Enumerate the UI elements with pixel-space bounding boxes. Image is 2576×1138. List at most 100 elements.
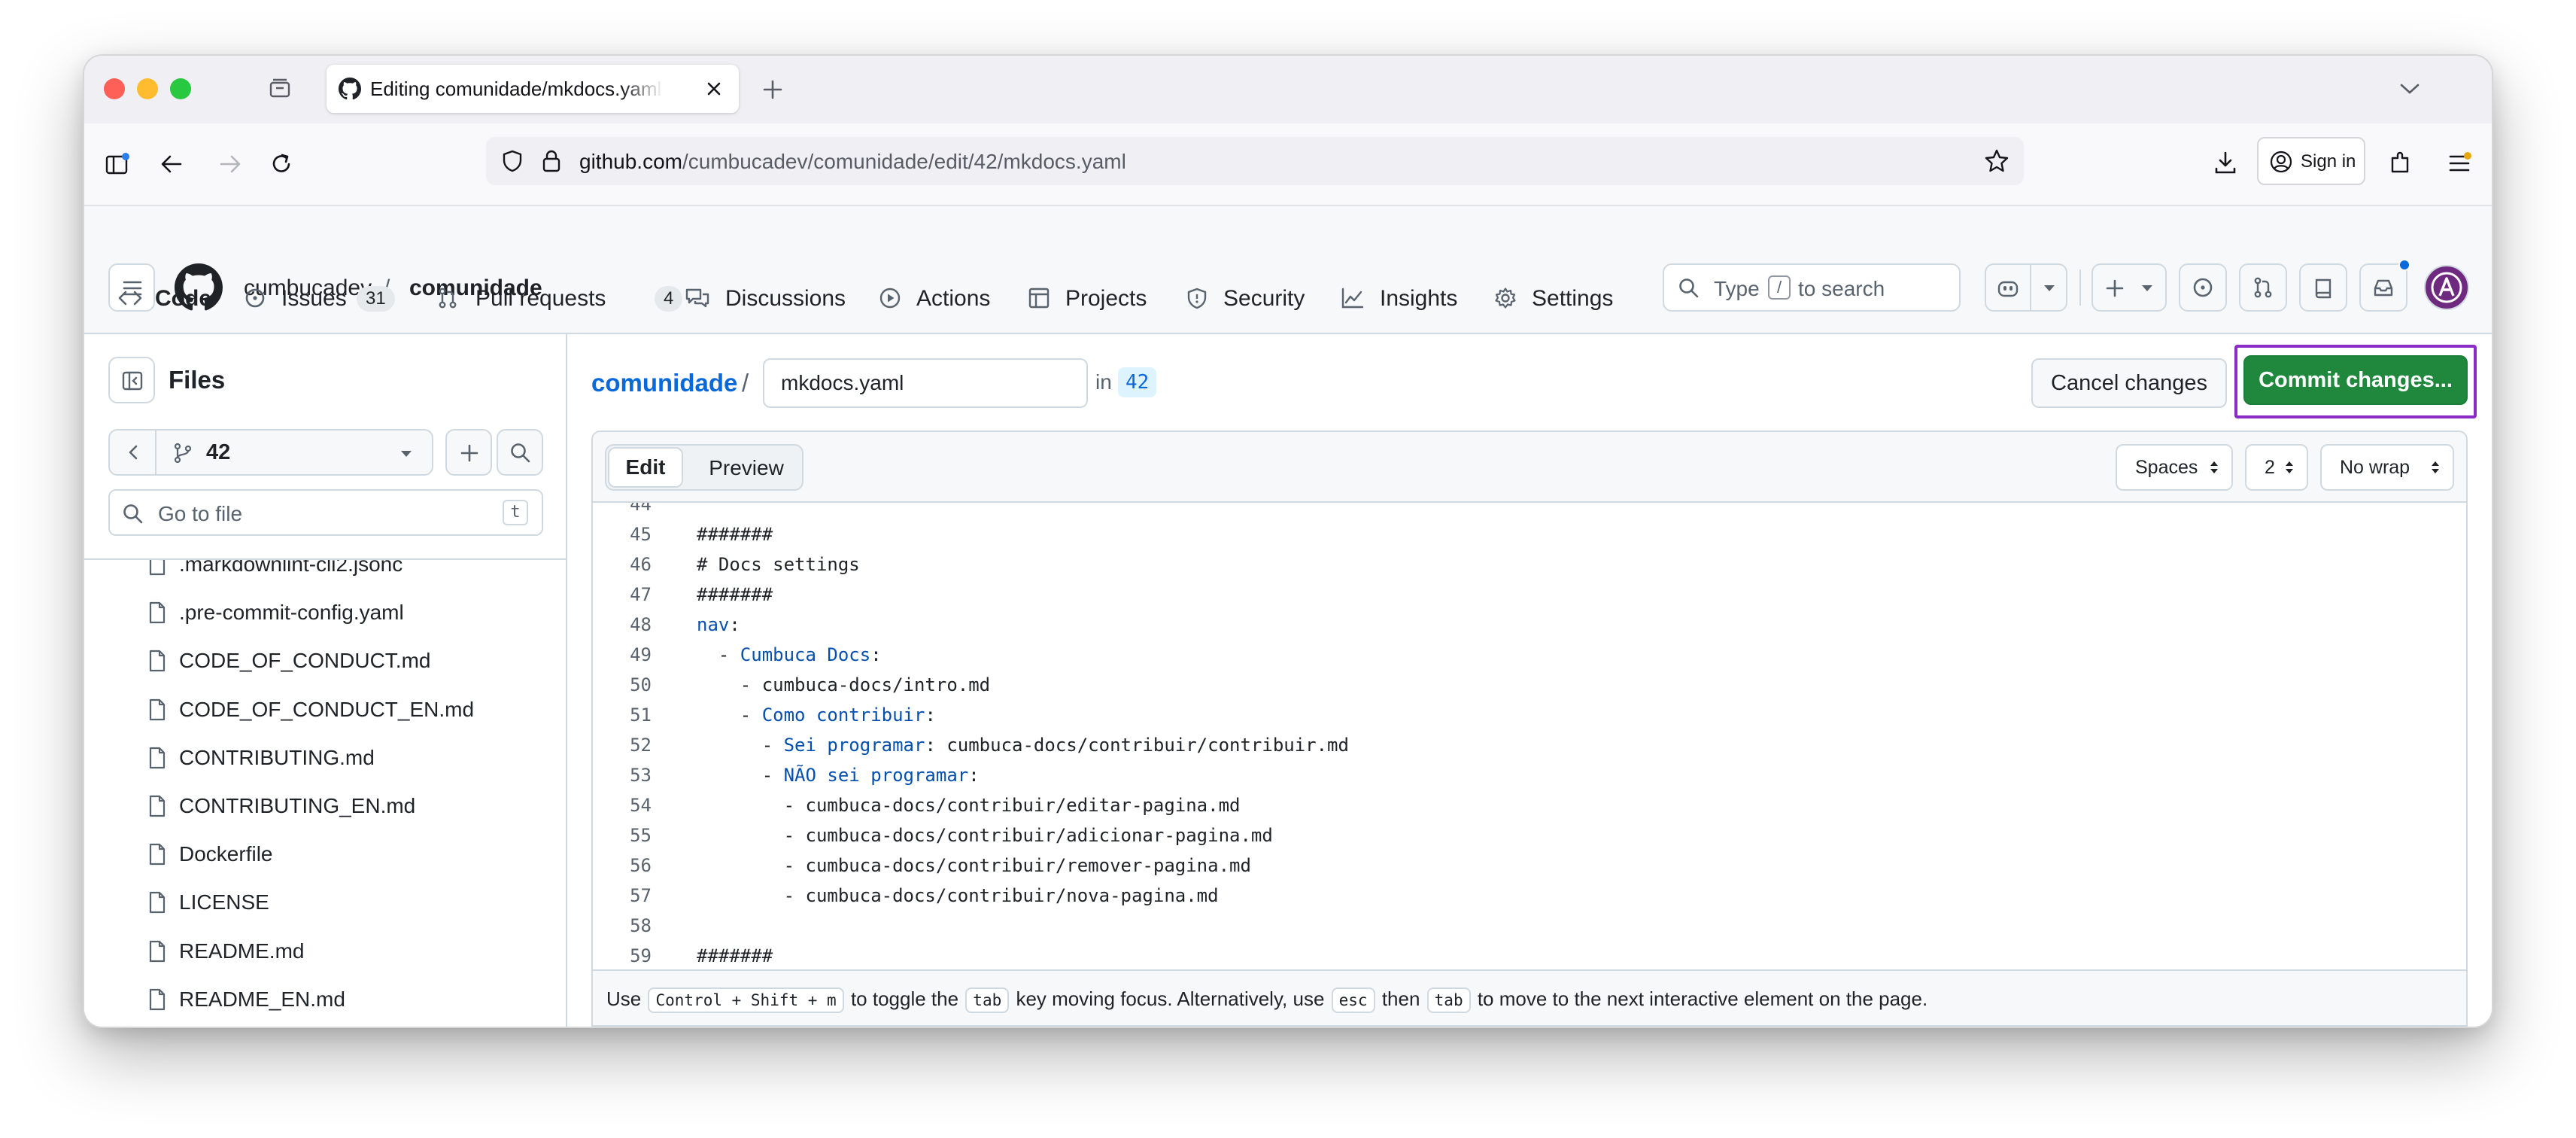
filename-input[interactable]: mkdocs.yaml xyxy=(763,358,1088,408)
code-line: 47 ####### xyxy=(593,580,2466,610)
new-tab-icon[interactable] xyxy=(761,78,784,101)
tab-list-chevron-down-icon[interactable] xyxy=(2398,80,2421,98)
search-files-button[interactable] xyxy=(497,429,543,476)
code-line: 53 - NÃO sei programar: xyxy=(593,760,2466,790)
commit-changes-button[interactable]: Commit changes... xyxy=(2243,355,2468,405)
tab-insights[interactable]: Insights xyxy=(1341,263,1491,331)
git-branch-icon xyxy=(174,443,192,464)
pull-requests-button[interactable] xyxy=(2239,263,2287,312)
close-window-button[interactable] xyxy=(104,78,125,99)
avatar[interactable] xyxy=(2424,265,2469,310)
code-line: 50 - cumbuca-docs/intro.md xyxy=(593,670,2466,700)
lock-icon[interactable] xyxy=(540,148,563,174)
avatar-a-icon xyxy=(2431,272,2462,303)
inbox-button[interactable] xyxy=(2359,259,2410,312)
help-text-2: to toggle the xyxy=(850,987,959,1010)
line-plain: ####### xyxy=(697,524,773,545)
browser-tab-active[interactable]: Editing comunidade/mkdocs.yaml xyxy=(327,65,739,113)
line-text: - cumbuca-docs/intro.md xyxy=(697,670,990,700)
code-area[interactable]: 44 45 ####### 46 # Docs settings 47 ####### 48 n… xyxy=(593,503,2466,969)
tab-actions[interactable]: Actions xyxy=(879,263,1014,331)
file-tree-sidebar: Files 42 Go to file t .markdownlint-cli2… xyxy=(84,334,567,1027)
file-name: Dockerfile xyxy=(179,842,273,866)
issues-button[interactable] xyxy=(2179,263,2227,312)
editor-help-footer: Use Control + Shift + m to toggle the ta… xyxy=(593,969,2466,1025)
code-line: 45 ####### xyxy=(593,519,2466,549)
tab-security[interactable]: Security xyxy=(1186,263,1336,331)
header-divider xyxy=(2079,269,2081,306)
breadcrumb-repo-link[interactable]: comunidade xyxy=(591,369,737,397)
line-number: 51 xyxy=(630,704,652,726)
copilot-dropdown-button[interactable] xyxy=(2031,265,2067,310)
create-new-button[interactable] xyxy=(2091,263,2167,312)
tab-projects[interactable]: Projects xyxy=(1028,263,1178,331)
line-rest: : xyxy=(925,704,936,726)
file-icon xyxy=(147,890,167,914)
line-plain: - xyxy=(697,644,740,665)
tab-settings[interactable]: Settings xyxy=(1494,263,1645,331)
sidebar-collapse-icon xyxy=(122,371,143,391)
line-plain: - cumbuca-docs/contribuir/nova-pagina.md xyxy=(697,885,1219,906)
reload-icon[interactable] xyxy=(268,151,295,178)
browser-window: Editing comunidade/mkdocs.yaml github.co… xyxy=(84,56,2492,1027)
indent-size-select[interactable]: 2 xyxy=(2245,444,2308,491)
sign-in-button[interactable]: Sign in xyxy=(2257,137,2365,185)
tab-edit[interactable]: Edit xyxy=(608,447,683,488)
line-number: 52 xyxy=(630,735,652,756)
sidebar-toggle-icon[interactable] xyxy=(104,151,131,178)
yaml-key: Sei programar xyxy=(783,735,925,756)
zoom-window-button[interactable] xyxy=(170,78,191,99)
copilot-button-group xyxy=(1985,263,2067,312)
tab-discussions[interactable]: Discussions xyxy=(685,263,880,331)
in-label: in xyxy=(1095,370,1112,394)
tab-overview-icon[interactable] xyxy=(268,77,292,101)
line-number: 48 xyxy=(630,614,652,635)
files-heading: Files xyxy=(169,366,226,394)
code-line: 51 - Como contribuir: xyxy=(593,700,2466,730)
search-input[interactable]: Type / to search xyxy=(1663,263,1961,312)
branch-name: 42 xyxy=(206,440,231,464)
tab-issues[interactable]: Issues 31 xyxy=(244,263,424,331)
extensions-icon[interactable] xyxy=(2386,149,2413,176)
downloads-icon[interactable] xyxy=(2212,149,2239,176)
line-text: - NÃO sei programar: xyxy=(697,760,980,790)
bookmark-star-icon[interactable] xyxy=(1983,148,2010,175)
branch-dropdown-button[interactable]: 42 xyxy=(156,431,432,474)
add-file-button[interactable] xyxy=(445,429,492,476)
line-number: 59 xyxy=(630,945,652,966)
line-plain: - xyxy=(697,765,784,786)
back-arrow-icon[interactable] xyxy=(158,151,185,178)
gear-icon xyxy=(1495,288,1516,309)
go-to-file-input[interactable]: Go to file t xyxy=(108,489,543,536)
minimize-window-button[interactable] xyxy=(137,78,158,99)
line-text: - Como contribuir: xyxy=(697,700,936,730)
close-tab-icon[interactable] xyxy=(704,79,724,99)
app-menu-icon[interactable] xyxy=(2447,151,2472,176)
collapse-sidebar-button[interactable] xyxy=(108,357,155,403)
repositories-button[interactable] xyxy=(2299,263,2347,312)
line-text: ####### xyxy=(697,580,773,610)
edit-preview-toggle: Edit Preview xyxy=(605,444,803,491)
address-bar[interactable]: github.com/cumbucadev/comunidade/edit/42… xyxy=(486,137,2024,185)
line-number: 57 xyxy=(630,885,652,906)
cancel-changes-button[interactable]: Cancel changes xyxy=(2031,358,2227,408)
search-placeholder-post: to search xyxy=(1798,277,1885,300)
issues-counter: 31 xyxy=(357,286,395,312)
file-name: .markdownlint-cli2.jsonc xyxy=(179,560,403,576)
file-name: .pre-commit-config.yaml xyxy=(179,601,404,625)
line-rest: : cumbuca-docs/contribuir/contribuir.md xyxy=(925,735,1349,756)
shield-icon[interactable] xyxy=(500,148,525,174)
code-editor: Edit Preview Spaces 2 No wrap 44 45 ######… xyxy=(591,431,2468,1027)
copilot-button[interactable] xyxy=(1986,265,2030,310)
wrap-mode-select[interactable]: No wrap xyxy=(2320,444,2454,491)
file-icon xyxy=(147,794,167,818)
graph-icon xyxy=(1341,288,1364,309)
file-icon xyxy=(147,698,167,722)
branch-badge[interactable]: 42 xyxy=(1118,367,1157,397)
tab-pull-requests[interactable]: Pull requests 4 xyxy=(436,263,692,331)
search-icon xyxy=(1679,278,1699,298)
indent-mode-select[interactable]: Spaces xyxy=(2116,444,2233,491)
back-button[interactable] xyxy=(110,431,155,474)
file-icon xyxy=(147,601,167,625)
tab-preview[interactable]: Preview xyxy=(694,450,799,486)
